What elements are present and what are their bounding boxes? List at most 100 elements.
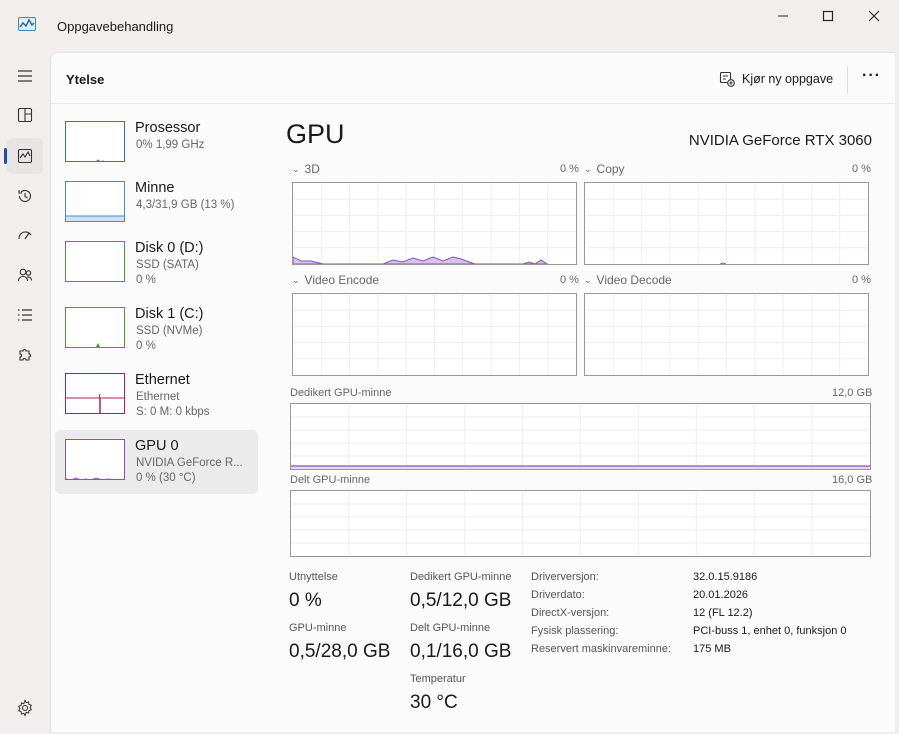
more-options-button[interactable]: ··· <box>862 67 881 85</box>
device-name: Ethernet <box>135 372 190 388</box>
hamburger-icon <box>18 70 32 82</box>
device-cpu[interactable]: Prosessor 0% 1,99 GHz <box>55 115 258 179</box>
details-list-icon <box>18 309 32 321</box>
maximize-icon <box>822 10 834 22</box>
info-value: 175 MB <box>693 643 731 655</box>
nav-processes[interactable] <box>7 97 43 133</box>
nav-performance[interactable] <box>7 138 43 174</box>
header-divider <box>847 66 848 94</box>
info-value: 32.0.15.9186 <box>693 571 758 583</box>
utilization-label: Utnyttelse <box>289 571 338 583</box>
engine-name: Copy <box>596 162 625 176</box>
shared-memory-graph <box>290 490 871 557</box>
task-manager-icon <box>18 17 36 31</box>
ethernet-thumbnail <box>65 373 125 414</box>
settings-button[interactable] <box>16 699 34 717</box>
engine-video-decode-selector[interactable]: ⌄ Video Decode <box>584 273 672 287</box>
history-icon <box>18 189 32 202</box>
engine-video-encode-graph <box>292 293 577 376</box>
close-icon <box>868 10 880 22</box>
nav-startup-apps[interactable] <box>7 217 43 253</box>
nav-details[interactable] <box>7 297 43 333</box>
content-panel: Ytelse Kjør ny oppgave ··· Prosessor 0% … <box>50 52 896 732</box>
performance-icon <box>17 148 33 164</box>
minimize-icon <box>778 15 788 17</box>
gpu-thumbnail <box>65 439 125 480</box>
device-name: Disk 0 (D:) <box>135 240 204 256</box>
services-puzzle-icon <box>19 349 31 361</box>
shared-memory-label: Delt GPU-minne <box>290 474 371 486</box>
engine-percent: 0 % <box>560 163 579 175</box>
utilization-value: 0 % <box>289 590 322 611</box>
dedicated-memory-graph <box>290 403 871 470</box>
chevron-down-icon: ⌄ <box>584 274 592 285</box>
graph-grid <box>293 183 576 264</box>
device-disk-0[interactable]: Disk 0 (D:) SSD (SATA) 0 % <box>55 235 258 299</box>
disk0-thumbnail <box>65 241 125 282</box>
device-gpu-0[interactable]: GPU 0 NVIDIA GeForce R... 0 % (30 °C) <box>55 430 258 494</box>
close-button[interactable] <box>851 0 897 32</box>
dedicated-memory-max: 12,0 GB <box>832 387 873 399</box>
engine-video-decode-graph <box>584 293 869 376</box>
engine-name: 3D <box>304 162 320 176</box>
shared-memory-stat-label: Delt GPU-minne <box>410 622 491 634</box>
device-name: GPU 0 <box>135 438 179 454</box>
nav-users[interactable] <box>7 257 43 293</box>
title-bar: Oppgavebehandling <box>0 0 899 52</box>
chevron-down-icon: ⌄ <box>584 163 592 174</box>
device-detail-2: 0 % (30 °C) <box>136 472 196 484</box>
temperature-label: Temperatur <box>410 673 466 685</box>
device-name: Disk 1 (C:) <box>135 306 204 322</box>
info-key: Driverversjon: <box>531 571 599 583</box>
run-new-task-label: Kjør ny oppgave <box>742 72 834 86</box>
engine-3d-selector[interactable]: ⌄ 3D <box>292 162 320 176</box>
gpu-memory-label: GPU-minne <box>289 622 347 634</box>
device-memory[interactable]: Minne 4,3/31,9 GB (13 %) <box>55 175 258 239</box>
info-key: DirectX-versjon: <box>531 607 610 619</box>
maximize-button[interactable] <box>805 0 851 32</box>
menu-button[interactable] <box>7 58 43 94</box>
run-new-task-button[interactable]: Kjør ny oppgave <box>719 68 833 90</box>
dedicated-memory-stat-label: Dedikert GPU-minne <box>410 571 512 583</box>
disk1-thumbnail <box>65 307 125 348</box>
nav-app-history[interactable] <box>7 178 43 214</box>
app-title: Oppgavebehandling <box>57 19 174 34</box>
engine-percent: 0 % <box>852 274 871 286</box>
info-key: Fysisk plassering: <box>531 625 619 637</box>
engine-copy-selector[interactable]: ⌄ Copy <box>584 162 625 176</box>
device-detail: 4,3/31,9 GB (13 %) <box>136 199 235 211</box>
graph-grid <box>291 404 870 469</box>
shared-memory-max: 16,0 GB <box>832 474 873 486</box>
info-value: 12 (FL 12.2) <box>693 607 753 619</box>
graph-grid <box>585 183 868 264</box>
info-key: Reservert maskinvareminne: <box>531 643 671 655</box>
device-detail: SSD (SATA) <box>136 259 199 271</box>
device-ethernet[interactable]: Ethernet Ethernet S: 0 M: 0 kbps <box>55 367 258 431</box>
device-detail: SSD (NVMe) <box>136 325 203 337</box>
info-value: 20.01.2026 <box>693 589 749 601</box>
info-key: Driverdato: <box>531 589 585 601</box>
chevron-down-icon: ⌄ <box>292 274 300 285</box>
gpu-title: GPU <box>286 119 345 149</box>
device-detail: 0% 1,99 GHz <box>136 139 205 151</box>
gear-icon <box>17 699 33 717</box>
dedicated-memory-stat-value: 0,5/12,0 GB <box>410 590 512 611</box>
engine-name: Video Encode <box>304 273 380 287</box>
speedometer-icon <box>18 231 32 240</box>
device-disk-1[interactable]: Disk 1 (C:) SSD (NVMe) 0 % <box>55 301 258 365</box>
shared-memory-stat-value: 0,1/16,0 GB <box>410 641 512 662</box>
gpu-model: NVIDIA GeForce RTX 3060 <box>688 132 872 149</box>
minimize-button[interactable] <box>760 0 806 32</box>
chevron-down-icon: ⌄ <box>292 163 300 174</box>
cpu-thumbnail <box>65 121 125 162</box>
engine-percent: 0 % <box>852 163 871 175</box>
device-detail-2: 0 % <box>136 274 156 286</box>
dedicated-memory-label: Dedikert GPU-minne <box>290 387 392 399</box>
processes-icon <box>17 107 33 123</box>
engine-video-encode-selector[interactable]: ⌄ Video Encode <box>292 273 379 287</box>
device-detail: Ethernet <box>136 391 180 403</box>
navigation-rail <box>0 52 50 734</box>
nav-services[interactable] <box>7 337 43 373</box>
users-icon <box>17 268 33 282</box>
engine-3d-graph <box>292 182 577 265</box>
